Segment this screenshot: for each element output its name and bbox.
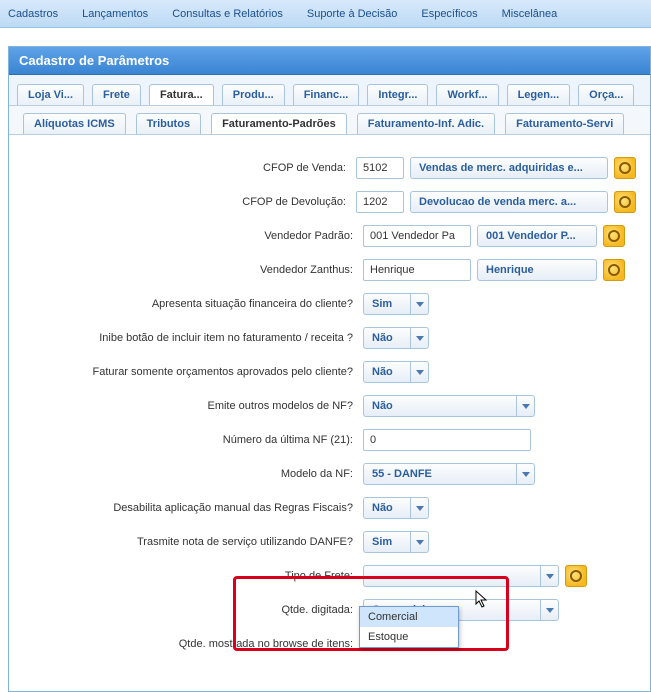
- label-vendedor-padrao: Vendedor Padrão:: [23, 230, 363, 242]
- label-transmite-danfe: Trasmite nota de serviço utilizando DANF…: [23, 536, 363, 548]
- label-num-ultima-nf: Número da última NF (21):: [23, 434, 363, 446]
- select-inibe-incluir[interactable]: Não: [363, 327, 429, 349]
- search-icon[interactable]: [603, 259, 625, 281]
- dropdown-option-comercial[interactable]: Comercial: [360, 607, 458, 627]
- input-cfop-venda[interactable]: [356, 157, 404, 179]
- search-icon[interactable]: [565, 565, 587, 587]
- menu-cadastros[interactable]: Cadastros: [8, 8, 58, 20]
- button-cfop-devolucao-desc[interactable]: Devolucao de venda merc. a...: [410, 191, 608, 213]
- chevron-down-icon: [410, 532, 428, 552]
- menu-especificos[interactable]: Específicos: [421, 8, 477, 20]
- label-cfop-venda: CFOP de Venda:: [23, 162, 356, 174]
- form-area: CFOP de Venda: Vendas de merc. adquirida…: [9, 135, 650, 691]
- label-qtde-browse: Qtde. mostrada no browse de itens:: [23, 638, 363, 650]
- chevron-down-icon: [410, 294, 428, 314]
- chevron-down-icon: [516, 396, 534, 416]
- input-num-ultima-nf[interactable]: [363, 429, 531, 451]
- tab-faturamento[interactable]: Fatura...: [149, 84, 214, 106]
- select-tipo-frete[interactable]: [363, 565, 559, 587]
- subtab-faturamento-inf-adic[interactable]: Faturamento-Inf. Adic.: [357, 113, 495, 135]
- main-tabstrip: Loja Vi... Frete Fatura... Produ... Fina…: [9, 75, 650, 106]
- label-qtde-digitada: Qtde. digitada:: [23, 604, 363, 616]
- menu-lancamentos[interactable]: Lançamentos: [82, 8, 148, 20]
- tab-orcamentos[interactable]: Orça...: [578, 84, 634, 106]
- main-menubar: Cadastros Lançamentos Consultas e Relató…: [0, 0, 651, 28]
- tab-workflow[interactable]: Workf...: [436, 84, 498, 106]
- search-icon[interactable]: [614, 191, 636, 213]
- chevron-down-icon: [410, 498, 428, 518]
- sub-tabstrip: Alíquotas ICMS Tributos Faturamento-Padr…: [9, 106, 650, 135]
- tab-integracao[interactable]: Integr...: [367, 84, 428, 106]
- button-cfop-venda-desc[interactable]: Vendas de merc. adquiridas e...: [410, 157, 608, 179]
- chevron-down-icon: [410, 328, 428, 348]
- label-emite-outros: Emite outros modelos de NF?: [23, 400, 363, 412]
- tab-frete[interactable]: Frete: [92, 84, 141, 106]
- input-vendedor-padrao[interactable]: [363, 225, 471, 247]
- tab-loja[interactable]: Loja Vi...: [17, 84, 84, 106]
- tab-legendas[interactable]: Legen...: [507, 84, 571, 106]
- subtab-tributos[interactable]: Tributos: [136, 113, 201, 135]
- select-emite-outros[interactable]: Não: [363, 395, 535, 417]
- label-apresenta-financeira: Apresenta situação financeira do cliente…: [23, 298, 363, 310]
- chevron-down-icon: [540, 600, 558, 620]
- menu-miscelanea[interactable]: Miscelânea: [502, 8, 558, 20]
- search-icon[interactable]: [614, 157, 636, 179]
- label-faturar-orc: Faturar somente orçamentos aprovados pel…: [23, 366, 363, 378]
- select-apresenta-financeira[interactable]: Sim: [363, 293, 429, 315]
- button-vendedor-zanthus-desc[interactable]: Henrique: [477, 259, 597, 281]
- input-cfop-devolucao[interactable]: [356, 191, 404, 213]
- select-faturar-orc[interactable]: Não: [363, 361, 429, 383]
- chevron-down-icon: [410, 362, 428, 382]
- label-cfop-devolucao: CFOP de Devolução:: [23, 196, 356, 208]
- input-vendedor-zanthus[interactable]: [363, 259, 471, 281]
- label-desab-regras: Desabilita aplicação manual das Regras F…: [23, 502, 363, 514]
- dropdown-option-estoque[interactable]: Estoque: [360, 627, 458, 647]
- select-desab-regras[interactable]: Não: [363, 497, 429, 519]
- button-vendedor-padrao-desc[interactable]: 001 Vendedor P...: [477, 225, 597, 247]
- label-inibe-incluir: Inibe botão de incluir item no faturamen…: [23, 332, 363, 344]
- menu-consultas[interactable]: Consultas e Relatórios: [172, 8, 283, 20]
- subtab-aliquotas-icms[interactable]: Alíquotas ICMS: [23, 113, 126, 135]
- subtab-faturamento-padroes[interactable]: Faturamento-Padrões: [211, 113, 347, 135]
- menu-suporte-decisao[interactable]: Suporte à Decisão: [307, 8, 398, 20]
- select-transmite-danfe[interactable]: Sim: [363, 531, 429, 553]
- search-icon[interactable]: [603, 225, 625, 247]
- panel-title: Cadastro de Parâmetros: [9, 47, 650, 75]
- label-tipo-frete: Tipo de Frete:: [23, 570, 363, 582]
- chevron-down-icon: [540, 566, 558, 586]
- label-vendedor-zanthus: Vendedor Zanthus:: [23, 264, 363, 276]
- label-modelo-nf: Modelo da NF:: [23, 468, 363, 480]
- chevron-down-icon: [516, 464, 534, 484]
- subtab-faturamento-servicos[interactable]: Faturamento-Servi: [505, 113, 624, 135]
- tab-financeiro[interactable]: Financ...: [293, 84, 360, 106]
- select-modelo-nf[interactable]: 55 - DANFE: [363, 463, 535, 485]
- tab-produtos[interactable]: Produ...: [222, 84, 285, 106]
- panel-cadastro-parametros: Cadastro de Parâmetros Loja Vi... Frete …: [8, 46, 651, 692]
- dropdown-qtde-digitada[interactable]: Comercial Estoque: [359, 606, 459, 648]
